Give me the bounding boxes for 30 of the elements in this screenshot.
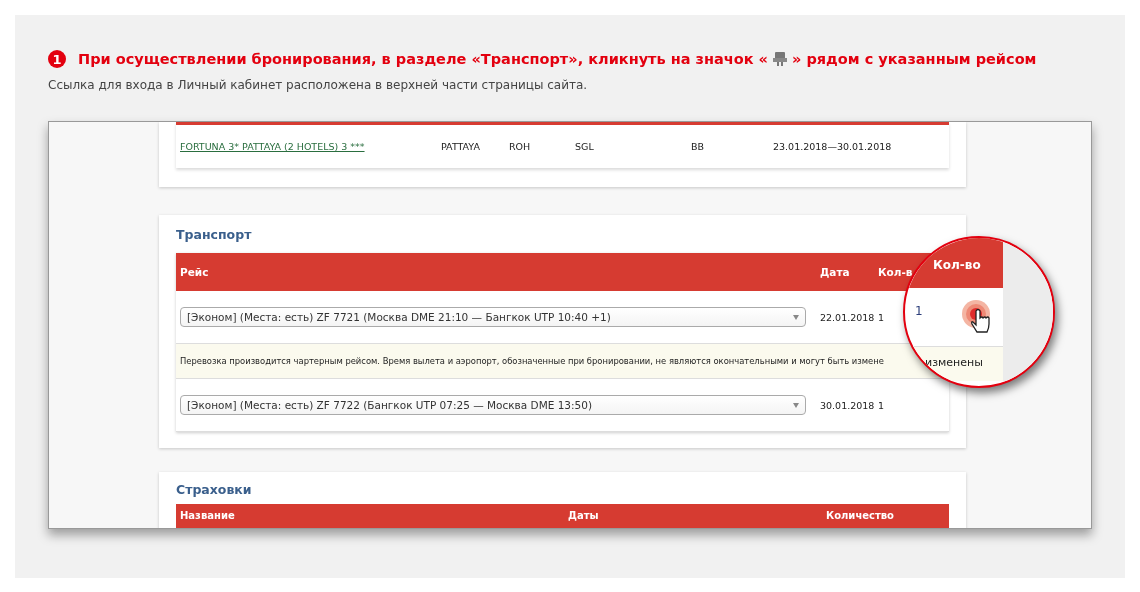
subtitle: Ссылка для входа в Личный кабинет расположена в верхней части страницы сайта. bbox=[48, 78, 589, 92]
step-number: 1 bbox=[48, 50, 66, 68]
instruction-text: При осуществлении бронирования, в разделе «Транспорт», кликнуть на значок « bbox=[78, 51, 768, 67]
hotel-link[interactable]: FORTUNA 3* PATTAYA (2 HOTELS) 3 *** bbox=[180, 141, 441, 152]
column-header: Название bbox=[180, 510, 236, 521]
table-cell-text: 1 bbox=[878, 399, 886, 411]
column-header: Дата bbox=[820, 266, 851, 278]
column-header: Количество bbox=[826, 510, 895, 521]
note-text: изменены bbox=[925, 356, 983, 369]
table-cell: 1 bbox=[915, 304, 923, 318]
section-title: Транспорт bbox=[176, 227, 253, 244]
column-header: Кол-в bbox=[878, 266, 914, 278]
table-cell-text: ROH bbox=[509, 141, 532, 152]
column-header: Кол-во bbox=[933, 258, 981, 272]
table-cell-text: 22.01.2018 bbox=[820, 311, 876, 323]
flight-select[interactable]: [Эконом] (Места: есть) ZF 7721 (Москва DME 21:10 — Бангкок UTP 10:40 +1) bbox=[180, 307, 806, 327]
table-cell-text: 23.01.2018—30.01.2018 bbox=[773, 141, 893, 152]
caret-icon bbox=[793, 402, 799, 408]
flight-select[interactable]: [Эконом] (Места: есть) ZF 7722 (Бангкок UTP 07:25 — Москва DME 13:50) bbox=[180, 395, 806, 415]
table-cell-text: PATTAYA bbox=[441, 141, 481, 152]
table-cell-text: 30.01.2018 bbox=[820, 399, 876, 411]
caret-icon bbox=[793, 314, 799, 320]
transport-icon bbox=[772, 51, 788, 67]
section-title: Страховки bbox=[176, 482, 253, 499]
table-cell-text: BB bbox=[691, 141, 706, 152]
column-header: Рейс bbox=[180, 266, 210, 278]
column-header: Даты bbox=[568, 510, 600, 521]
table-cell-text: 1 bbox=[878, 311, 886, 323]
table-cell-text: SGL bbox=[575, 141, 595, 152]
instruction-text: » рядом с указанным рейсом bbox=[792, 51, 1037, 67]
